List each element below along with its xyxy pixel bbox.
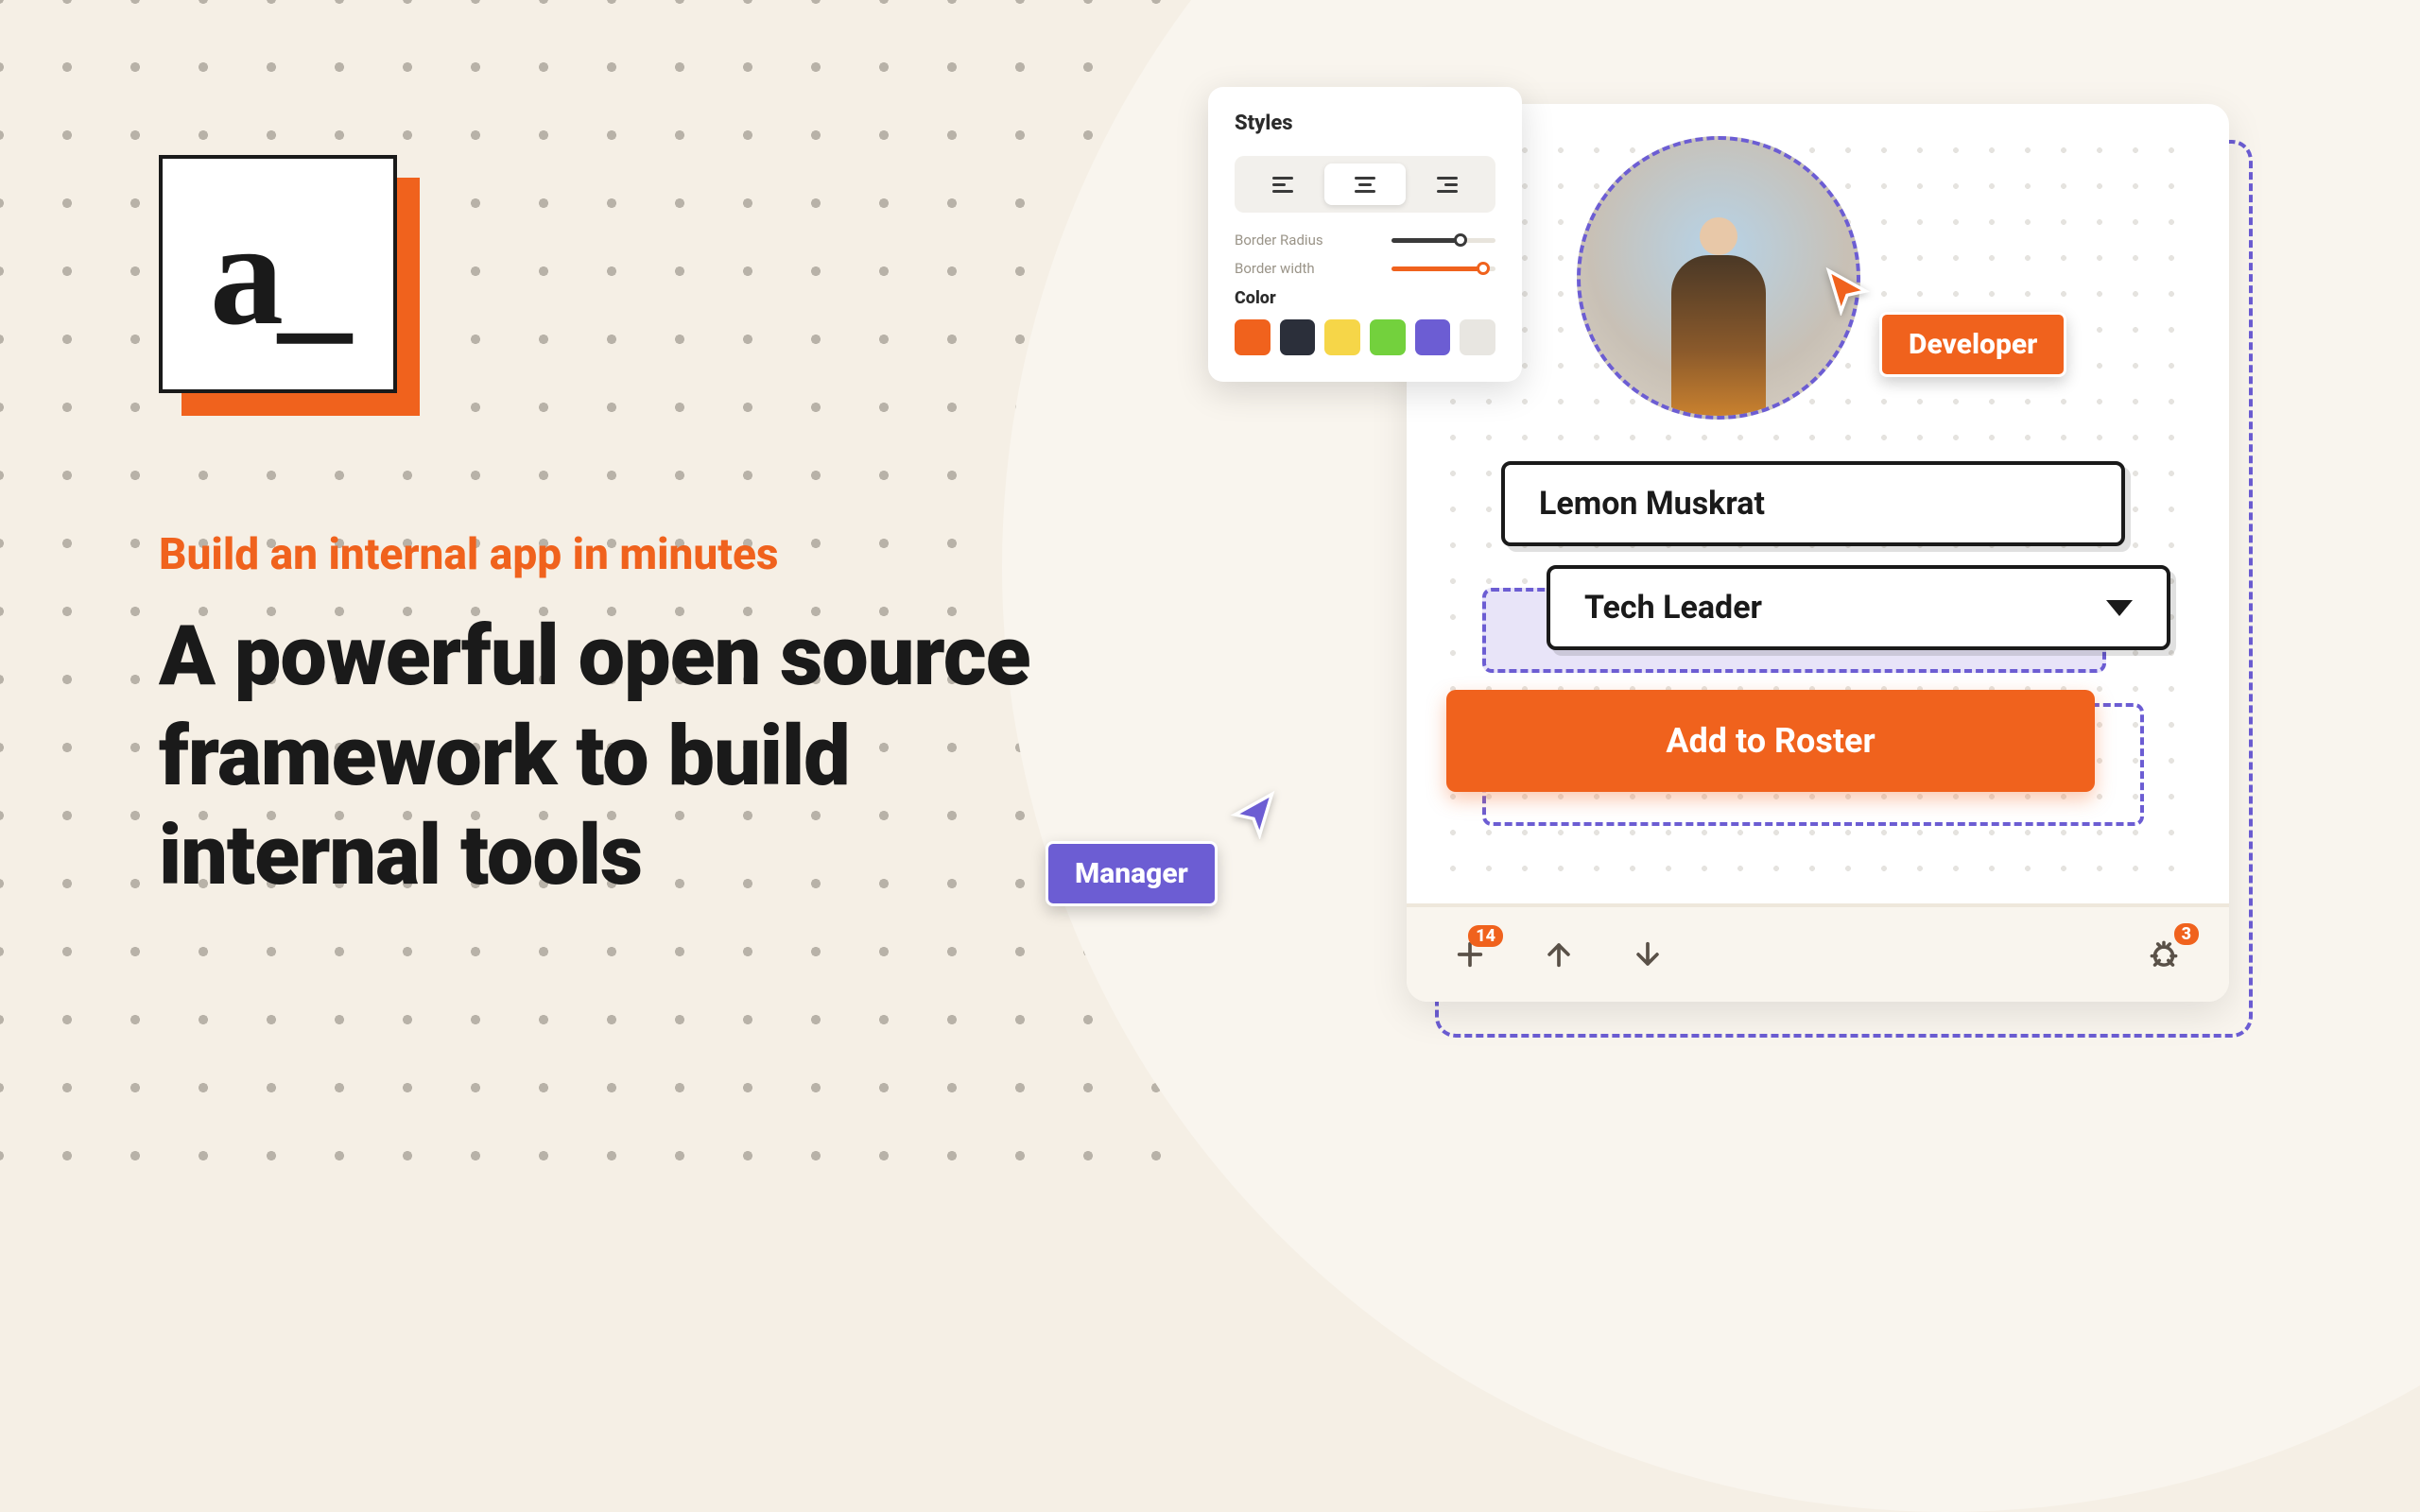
arrow-up-button[interactable] — [1543, 938, 1575, 971]
add-widget-button[interactable]: 14 — [1454, 938, 1486, 971]
name-input-value: Lemon Muskrat — [1539, 485, 1765, 523]
align-center-button[interactable] — [1324, 163, 1407, 205]
color-swatch-dark[interactable] — [1280, 319, 1316, 355]
bottom-toolbar: 14 3 — [1407, 903, 2229, 1002]
bug-badge: 3 — [2174, 923, 2199, 945]
avatar[interactable] — [1577, 136, 1860, 420]
align-left-button[interactable] — [1242, 163, 1324, 205]
styles-panel: Styles Border Radius Border width Color — [1208, 87, 1522, 382]
color-swatch-grey[interactable] — [1460, 319, 1495, 355]
add-to-roster-button[interactable]: Add to Roster — [1446, 690, 2095, 792]
styles-panel-title: Styles — [1235, 112, 1495, 135]
manager-tag: Manager — [1046, 841, 1218, 906]
developer-tag-label: Developer — [1909, 328, 2037, 361]
add-to-roster-label: Add to Roster — [1666, 721, 1875, 761]
color-section-title: Color — [1235, 288, 1495, 308]
text-align-group — [1235, 156, 1495, 213]
role-dropdown[interactable]: Tech Leader — [1547, 565, 2170, 650]
align-right-icon — [1437, 177, 1458, 193]
align-center-icon — [1355, 177, 1375, 193]
role-dropdown-value: Tech Leader — [1584, 589, 1762, 627]
caret-down-icon — [2106, 600, 2133, 616]
border-radius-label: Border Radius — [1235, 232, 1323, 249]
color-swatch-green[interactable] — [1370, 319, 1406, 355]
color-swatch-yellow[interactable] — [1324, 319, 1360, 355]
tagline: Build an internal app in minutes — [159, 529, 1030, 580]
manager-tag-label: Manager — [1075, 857, 1188, 890]
border-width-label: Border width — [1235, 260, 1315, 277]
color-swatches — [1235, 319, 1495, 355]
color-swatch-purple[interactable] — [1415, 319, 1451, 355]
canvas-card: Lemon Muskrat Tech Leader Add to Roster … — [1407, 104, 2229, 1002]
align-right-button[interactable] — [1406, 163, 1488, 205]
color-swatch-orange[interactable] — [1235, 319, 1270, 355]
logo-text: a_ — [210, 200, 346, 348]
logo: a_ — [159, 155, 397, 393]
add-badge: 14 — [1468, 925, 1503, 947]
border-width-slider[interactable] — [1392, 266, 1495, 271]
name-input[interactable]: Lemon Muskrat — [1501, 461, 2125, 546]
align-left-icon — [1272, 177, 1293, 193]
arrow-down-button[interactable] — [1632, 938, 1664, 971]
bug-button[interactable]: 3 — [2146, 936, 2182, 972]
headline: A powerful open sourceframework to build… — [159, 607, 1030, 906]
developer-tag: Developer — [1879, 312, 2066, 377]
border-radius-slider[interactable] — [1392, 238, 1495, 243]
